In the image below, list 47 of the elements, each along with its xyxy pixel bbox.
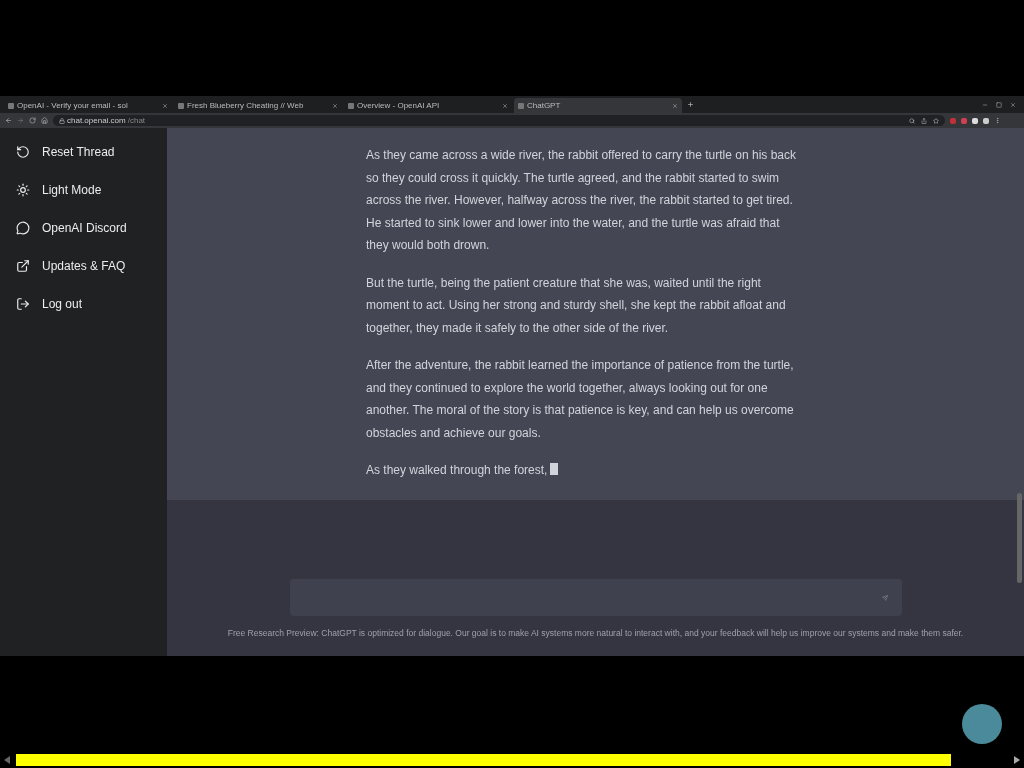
close-icon[interactable] bbox=[502, 102, 508, 109]
sun-icon bbox=[16, 183, 30, 197]
home-icon[interactable] bbox=[41, 117, 48, 124]
forward-icon[interactable] bbox=[17, 117, 24, 124]
footer-text: Free Research Preview: ChatGPT is optimized for dialogue. Our goal is to make AI systems more natural to interact with, and your feedback will help us improve our systems and make them safer. bbox=[226, 628, 965, 640]
avatar bbox=[962, 704, 1002, 744]
close-icon[interactable] bbox=[672, 102, 678, 109]
sidebar-item[interactable]: OpenAI Discord bbox=[0, 216, 167, 240]
address-bar[interactable]: chat.openai.com /chat bbox=[53, 115, 945, 126]
close-icon[interactable] bbox=[162, 102, 168, 109]
new-tab-icon[interactable] bbox=[687, 101, 694, 108]
sidebar-item[interactable]: Log out bbox=[0, 292, 167, 316]
right-arrow-icon[interactable] bbox=[1014, 756, 1020, 764]
favicon-icon bbox=[518, 102, 524, 109]
reset-icon bbox=[16, 145, 30, 159]
response-paragraph: As they came across a wide river, the rabbit offered to carry the turtle on his back so they could cross it quickly. The turtle agreed, and the rabbit started to swim across the river. However, halfway across the river, the rabbit started to get tired. He started to sink lower and lower into the water, and the turtle was afraid that they would both drown. bbox=[366, 147, 797, 254]
star-icon[interactable] bbox=[933, 117, 939, 124]
maximize-icon[interactable] bbox=[996, 101, 1002, 108]
favicon-icon bbox=[348, 102, 354, 109]
response-paragraph: As they walked through the forest, bbox=[366, 459, 804, 482]
lock-icon bbox=[59, 117, 65, 124]
close-icon[interactable] bbox=[332, 102, 338, 109]
scrollbar-thumb[interactable] bbox=[16, 754, 951, 766]
message-input[interactable] bbox=[289, 579, 902, 616]
external-link-icon bbox=[16, 259, 30, 273]
browser-tab[interactable]: ChatGPT bbox=[514, 98, 682, 113]
sidebar-item[interactable]: Reset Thread bbox=[0, 140, 167, 164]
favicon-icon bbox=[8, 102, 14, 109]
logout-icon bbox=[16, 297, 30, 311]
sidebar-item[interactable]: Updates & FAQ bbox=[0, 254, 167, 278]
browser-tab[interactable]: OpenAI - Verify your email - sol bbox=[4, 98, 172, 113]
favicon-icon bbox=[178, 102, 184, 109]
share-icon[interactable] bbox=[921, 117, 927, 124]
reload-icon[interactable] bbox=[29, 117, 36, 124]
send-icon[interactable] bbox=[881, 594, 888, 601]
response-paragraph: But the turtle, being the patient creature that she was, waited until the right moment to act. Using her strong and sturdy shell, she kept the rabbit afloat and together, they made it safely to the other side of the river. bbox=[366, 274, 787, 337]
close-icon[interactable] bbox=[1010, 101, 1016, 108]
browser-tab[interactable]: Fresh Blueberry Cheating // Web bbox=[174, 98, 342, 113]
response-paragraph: After the adventure, the rabbit learned the importance of patience from the turtle, and they continued to explore the world together, always looking out for one another. The moral of the story is that patience is key, and can help us overcome obstacles and achieve our goals. bbox=[366, 357, 795, 442]
chat-bubble-icon bbox=[16, 221, 30, 235]
scrollbar[interactable] bbox=[1017, 493, 1022, 583]
search-icon[interactable] bbox=[909, 117, 915, 124]
minimize-icon[interactable] bbox=[982, 101, 988, 108]
left-arrow-icon[interactable] bbox=[4, 756, 10, 764]
browser-tab[interactable]: Overview - OpenAI API bbox=[344, 98, 512, 113]
back-icon[interactable] bbox=[5, 117, 12, 124]
sidebar-item[interactable]: Light Mode bbox=[0, 178, 167, 202]
